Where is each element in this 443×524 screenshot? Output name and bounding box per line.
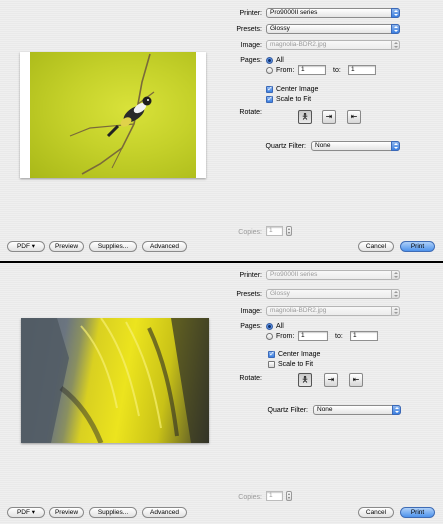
copies-label: Copies: bbox=[238, 494, 262, 501]
image-popup[interactable]: magnolia-BDR2.jpg bbox=[266, 306, 400, 316]
center-image-checkbox[interactable]: ✓ bbox=[266, 86, 273, 93]
print-dialog-unscaled: Printer: Pro9000II series Presets: Gloss… bbox=[0, 263, 443, 524]
center-image-label: Center Image bbox=[278, 351, 321, 358]
to-label: to: bbox=[335, 333, 343, 340]
preview-button[interactable]: Preview bbox=[49, 241, 84, 252]
up-down-arrows-icon bbox=[391, 270, 400, 280]
supplies-button[interactable]: Supplies... bbox=[89, 507, 137, 518]
pages-all-label: All bbox=[276, 323, 284, 330]
pdf-button[interactable]: PDF ▾ bbox=[7, 241, 45, 252]
person-upright-icon[interactable]: 🯅 bbox=[298, 110, 312, 124]
up-down-arrows-icon bbox=[391, 40, 400, 50]
quartz-filter-popup[interactable]: None bbox=[313, 405, 401, 415]
scale-to-fit-checkbox[interactable]: ✓ bbox=[266, 96, 273, 103]
image-value: magnolia-BDR2.jpg bbox=[270, 307, 327, 314]
pages-from-label: From: bbox=[276, 67, 295, 74]
image-popup[interactable]: magnolia-BDR2.jpg bbox=[266, 40, 400, 50]
printer-value: Pro9000II series bbox=[270, 9, 318, 16]
printer-popup[interactable]: Pro9000II series bbox=[266, 8, 400, 18]
up-down-arrows-icon bbox=[391, 289, 400, 299]
copies-stepper[interactable] bbox=[286, 226, 292, 236]
pages-label: Pages: bbox=[240, 323, 262, 330]
quartz-filter-label: Quartz Filter: bbox=[267, 407, 308, 414]
advanced-button[interactable]: Advanced bbox=[142, 507, 187, 518]
presets-label: Presets: bbox=[236, 26, 262, 33]
presets-value: Glossy bbox=[270, 290, 290, 297]
preview-button[interactable]: Preview bbox=[49, 507, 84, 518]
cancel-button[interactable]: Cancel bbox=[358, 241, 394, 252]
image-label: Image: bbox=[240, 308, 262, 315]
scale-to-fit-checkbox[interactable] bbox=[268, 361, 275, 368]
pages-label: Pages: bbox=[240, 57, 262, 64]
pages-all-radio[interactable] bbox=[266, 323, 273, 330]
copies-label: Copies: bbox=[238, 229, 262, 236]
rotate-left-icon[interactable]: ⇤ bbox=[347, 110, 361, 124]
up-down-arrows-icon bbox=[392, 405, 401, 415]
up-down-arrows-icon bbox=[391, 141, 400, 151]
printer-label: Printer: bbox=[239, 272, 262, 279]
copies-field[interactable]: 1 bbox=[266, 491, 283, 501]
rotate-right-icon[interactable]: ⇥ bbox=[322, 110, 336, 124]
pages-all-label: All bbox=[276, 57, 284, 64]
image-label: Image: bbox=[240, 42, 262, 49]
copies-stepper[interactable] bbox=[286, 491, 292, 501]
presets-label: Presets: bbox=[236, 291, 262, 298]
scale-to-fit-label: Scale to Fit bbox=[276, 96, 312, 103]
rotate-left-icon[interactable]: ⇤ bbox=[349, 373, 363, 387]
up-down-arrows-icon bbox=[391, 306, 400, 316]
pages-from-radio[interactable] bbox=[266, 333, 273, 340]
pages-from-label: From: bbox=[276, 333, 295, 340]
person-upright-icon[interactable]: 🯅 bbox=[298, 373, 312, 387]
to-field[interactable]: 1 bbox=[348, 65, 376, 75]
cancel-button[interactable]: Cancel bbox=[358, 507, 394, 518]
to-field[interactable]: 1 bbox=[350, 331, 378, 341]
copies-field[interactable]: 1 bbox=[266, 226, 283, 236]
quartz-filter-value: None bbox=[317, 406, 333, 413]
rotate-label: Rotate: bbox=[239, 375, 262, 382]
preview-photo-warbler-on-branch bbox=[30, 52, 196, 178]
image-value: magnolia-BDR2.jpg bbox=[270, 41, 327, 48]
quartz-filter-value: None bbox=[315, 142, 331, 149]
printer-popup[interactable]: Pro9000II series bbox=[266, 270, 400, 280]
up-down-arrows-icon bbox=[391, 24, 400, 34]
presets-popup[interactable]: Glossy bbox=[266, 289, 400, 299]
rotate-right-icon[interactable]: ⇥ bbox=[324, 373, 338, 387]
preview-photo-feather-closeup bbox=[21, 318, 209, 443]
feather-texture bbox=[21, 318, 209, 443]
printer-label: Printer: bbox=[239, 10, 262, 17]
advanced-button[interactable]: Advanced bbox=[142, 241, 187, 252]
quartz-filter-label: Quartz Filter: bbox=[265, 143, 306, 150]
printer-value: Pro9000II series bbox=[270, 271, 318, 278]
center-image-checkbox[interactable]: ✓ bbox=[268, 351, 275, 358]
pdf-button[interactable]: PDF ▾ bbox=[7, 507, 45, 518]
quartz-filter-popup[interactable]: None bbox=[311, 141, 400, 151]
rotate-label: Rotate: bbox=[239, 109, 262, 116]
presets-popup[interactable]: Glossy bbox=[266, 24, 400, 34]
center-image-label: Center Image bbox=[276, 86, 319, 93]
up-down-arrows-icon bbox=[391, 8, 400, 18]
print-button[interactable]: Print bbox=[400, 507, 435, 518]
preview-paper bbox=[20, 52, 206, 178]
pages-from-radio[interactable] bbox=[266, 67, 273, 74]
print-button[interactable]: Print bbox=[400, 241, 435, 252]
presets-value: Glossy bbox=[270, 25, 290, 32]
from-field[interactable]: 1 bbox=[298, 331, 328, 341]
from-field[interactable]: 1 bbox=[298, 65, 326, 75]
print-dialog-scaled: Printer: Pro9000II series Presets: Gloss… bbox=[0, 0, 443, 261]
supplies-button[interactable]: Supplies... bbox=[89, 241, 137, 252]
pages-all-radio[interactable] bbox=[266, 57, 273, 64]
to-label: to: bbox=[333, 67, 341, 74]
scale-to-fit-label: Scale to Fit bbox=[278, 361, 314, 368]
bird-illustration bbox=[69, 53, 155, 175]
